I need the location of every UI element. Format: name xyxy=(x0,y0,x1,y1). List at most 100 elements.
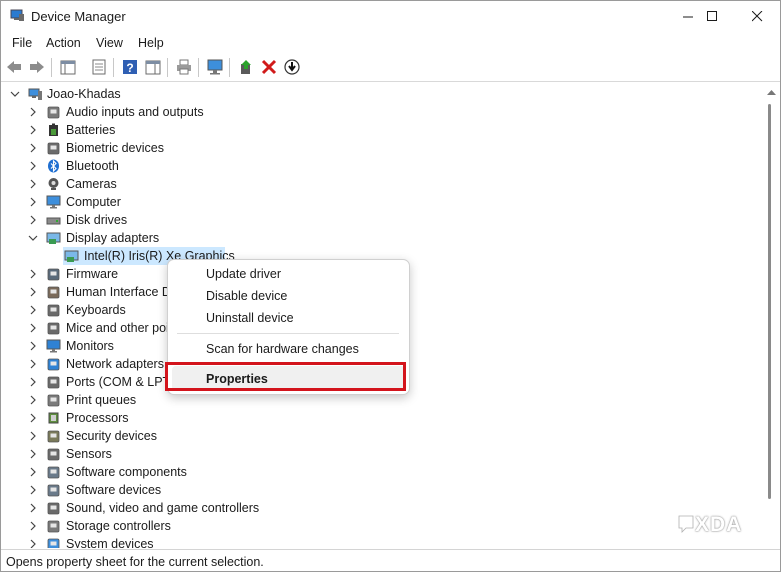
scan-hardware-button[interactable] xyxy=(206,58,224,76)
ctx-scan-hardware[interactable]: Scan for hardware changes xyxy=(206,342,359,356)
close-icon xyxy=(751,11,762,22)
category-label: Sensors xyxy=(66,447,112,461)
scan-monitor-icon xyxy=(207,59,222,75)
tree-category-item[interactable]: Sound, video and game controllers xyxy=(1,499,764,517)
ctx-disable-device[interactable]: Disable device xyxy=(206,289,287,303)
vertical-scrollbar[interactable] xyxy=(764,82,780,548)
software-component-icon xyxy=(47,466,60,479)
chevron-right-icon[interactable] xyxy=(28,215,38,225)
menu-action[interactable]: Action xyxy=(46,36,81,50)
chevron-right-icon[interactable] xyxy=(28,287,38,297)
tree-category-item[interactable]: System devices xyxy=(1,535,764,548)
disable-device-button[interactable] xyxy=(283,58,301,76)
computer-root-icon xyxy=(28,88,42,100)
category-label: Cameras xyxy=(66,177,117,191)
help-icon: ? xyxy=(123,60,137,75)
chevron-right-icon[interactable] xyxy=(28,143,38,153)
maximize-button[interactable] xyxy=(689,1,735,32)
ctx-update-driver[interactable]: Update driver xyxy=(206,267,281,281)
chevron-right-icon[interactable] xyxy=(28,269,38,279)
scrollbar-thumb[interactable] xyxy=(768,104,771,499)
forward-arrow-icon xyxy=(30,61,44,73)
category-label: Disk drives xyxy=(66,213,128,227)
chevron-right-icon[interactable] xyxy=(28,503,38,513)
tree-category-item[interactable]: Software components xyxy=(1,463,764,481)
help-button[interactable]: ? xyxy=(121,58,139,76)
forward-button[interactable] xyxy=(28,58,46,76)
chevron-down-icon[interactable] xyxy=(10,89,20,99)
action-pane-icon xyxy=(145,60,161,74)
window-title: Device Manager xyxy=(31,9,126,24)
category-label: Storage controllers xyxy=(66,519,171,533)
back-button[interactable] xyxy=(5,58,23,76)
chevron-right-icon[interactable] xyxy=(28,521,38,531)
tree-category-item[interactable]: Security devices xyxy=(1,427,764,445)
action-pane-button[interactable] xyxy=(144,58,162,76)
disk-drive-icon xyxy=(46,217,61,225)
chevron-right-icon[interactable] xyxy=(28,197,38,207)
show-hide-console-tree-button[interactable] xyxy=(59,58,77,76)
close-window-button[interactable] xyxy=(734,1,780,32)
speaker-icon xyxy=(47,106,60,119)
back-arrow-icon xyxy=(7,61,21,73)
tree-category-item[interactable]: Bluetooth xyxy=(1,157,764,175)
chevron-right-icon[interactable] xyxy=(28,323,38,333)
computer-name-label: Joao-Khadas xyxy=(47,87,121,101)
tree-root[interactable]: Joao-Khadas xyxy=(1,85,764,103)
tree-category-item[interactable]: Disk drives xyxy=(1,211,764,229)
chevron-right-icon[interactable] xyxy=(28,395,38,405)
chevron-right-icon[interactable] xyxy=(28,413,38,423)
chevron-right-icon[interactable] xyxy=(28,539,38,548)
toolbar-separator xyxy=(167,58,168,77)
chevron-right-icon[interactable] xyxy=(28,431,38,441)
category-label: Mice and other poi xyxy=(66,321,169,335)
chevron-right-icon[interactable] xyxy=(28,359,38,369)
chevron-right-icon[interactable] xyxy=(28,341,38,351)
console-tree-icon xyxy=(60,60,76,74)
print-button[interactable] xyxy=(175,58,193,76)
tree-category-item[interactable]: Software devices xyxy=(1,481,764,499)
tree-category-item[interactable]: Audio inputs and outputs xyxy=(1,103,764,121)
chevron-right-icon[interactable] xyxy=(28,377,38,387)
category-label: Computer xyxy=(66,195,121,209)
menu-view[interactable]: View xyxy=(96,36,123,50)
category-label: Display adapters xyxy=(66,231,160,245)
port-icon xyxy=(47,376,60,389)
menu-help[interactable]: Help xyxy=(138,36,164,50)
camera-icon xyxy=(48,178,59,190)
properties-toolbar-button[interactable] xyxy=(90,58,108,76)
menu-file[interactable]: File xyxy=(12,36,32,50)
software-device-icon xyxy=(47,484,60,497)
tree-category-item[interactable]: Cameras xyxy=(1,175,764,193)
status-text: Opens property sheet for the current sel… xyxy=(6,555,264,569)
category-label: Ports (COM & LPT) xyxy=(66,375,175,389)
category-label: Print queues xyxy=(66,393,137,407)
chevron-down-icon[interactable] xyxy=(28,233,38,243)
chevron-right-icon[interactable] xyxy=(28,467,38,477)
category-label: Sound, video and game controllers xyxy=(66,501,260,515)
tree-category-item[interactable]: Biometric devices xyxy=(1,139,764,157)
chevron-right-icon[interactable] xyxy=(28,125,38,135)
scroll-up-icon[interactable] xyxy=(767,90,776,96)
tree-category-item[interactable]: Storage controllers xyxy=(1,517,764,535)
chevron-right-icon[interactable] xyxy=(28,161,38,171)
chevron-right-icon[interactable] xyxy=(28,449,38,459)
printer-icon xyxy=(47,394,60,407)
update-driver-icon xyxy=(241,60,251,74)
update-driver-button[interactable] xyxy=(237,58,255,76)
ctx-uninstall-device[interactable]: Uninstall device xyxy=(206,311,294,325)
tree-category-item[interactable]: Processors xyxy=(1,409,764,427)
tree-category-item[interactable]: Display adapters xyxy=(1,229,764,247)
category-label: Software components xyxy=(66,465,187,479)
tree-category-item[interactable]: Computer xyxy=(1,193,764,211)
chevron-right-icon[interactable] xyxy=(28,179,38,189)
tree-category-item[interactable]: Sensors xyxy=(1,445,764,463)
chevron-right-icon[interactable] xyxy=(28,485,38,495)
chevron-right-icon[interactable] xyxy=(28,107,38,117)
chevron-right-icon[interactable] xyxy=(28,305,38,315)
tree-category-item[interactable]: Batteries xyxy=(1,121,764,139)
uninstall-button[interactable] xyxy=(260,58,278,76)
xda-watermark: XDA xyxy=(677,513,742,537)
category-label: Software devices xyxy=(66,483,162,497)
display-adapter-icon xyxy=(64,250,79,262)
